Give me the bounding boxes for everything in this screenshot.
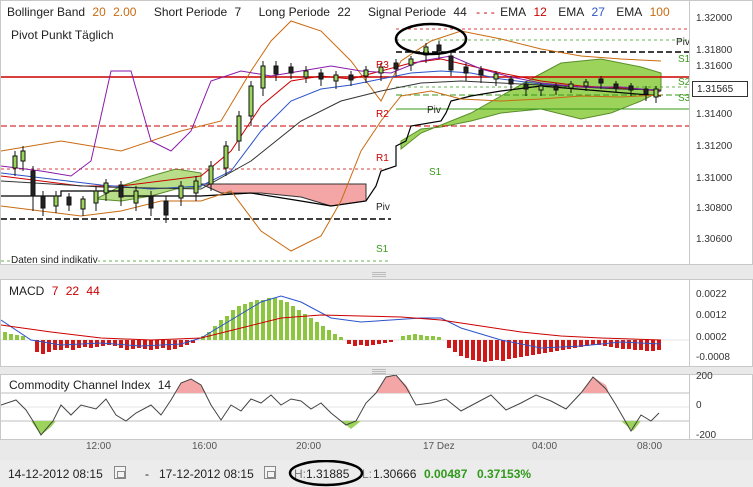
cci-legend: Commodity Channel Index 14: [9, 378, 171, 392]
cci-tick: -200: [696, 430, 717, 441]
pivot-label-s1-left: S1: [376, 244, 389, 255]
change-pct: 0.37153%: [477, 467, 532, 481]
macd-panel[interactable]: MACD 7 22 44: [0, 279, 690, 367]
end-calendar-icon[interactable]: [264, 466, 276, 479]
pivot-label-piv-left: Piv: [376, 202, 390, 213]
pivot-label-r3: R3: [376, 60, 389, 71]
legend-signal-value: 44: [453, 5, 467, 19]
legend-ema27-value: 27: [591, 5, 605, 19]
pivot-title: Pivot Punkt Täglich: [11, 28, 114, 42]
cci-axis[interactable]: 200 0 -200: [690, 371, 753, 441]
cci-oversold-fill: [31, 421, 641, 435]
legend-long-label: Long Periode: [258, 5, 330, 19]
macd-axis[interactable]: 0.0022 0.0012 0.0002 -0.0008: [690, 279, 753, 367]
cci-panel[interactable]: Commodity Channel Index 14: [0, 374, 690, 440]
time-axis: 12:00 16:00 20:00 17 Dez 04:00 08:00: [0, 440, 690, 458]
macd-histogram: [3, 298, 661, 362]
macd-legend: MACD 7 22 44: [9, 284, 100, 298]
ichimoku-cloud-green: [400, 58, 662, 151]
price-axis[interactable]: 1.32000 1.31800 1.31600 1.31400 1.31200 …: [690, 0, 753, 265]
legend-ema12-label: EMA: [500, 5, 527, 19]
panel-resize-grip[interactable]: [372, 272, 386, 277]
cci-overbought-fill: [176, 375, 609, 393]
macd-p3: 44: [86, 284, 100, 298]
macd-chart: [1, 295, 689, 362]
end-date: 17-12-2012 08:15: [159, 467, 254, 481]
cci-period: 14: [157, 378, 172, 392]
disclaimer-label: Daten sind indikativ: [11, 255, 98, 265]
macd-tick: 0.0022: [696, 289, 727, 300]
legend-short-value: 7: [234, 5, 242, 19]
price-tick: 1.31800: [696, 45, 733, 56]
legend-bollinger-dev: 2.00: [113, 5, 137, 19]
pivot-label-s3-right: S3: [678, 93, 690, 104]
start-date: 14-12-2012 08:15: [8, 467, 103, 481]
price-tick: 1.32000: [696, 13, 733, 24]
price-tick: 1.31200: [696, 141, 733, 152]
legend-short-label: Short Periode: [153, 5, 228, 19]
time-tick: 16:00: [192, 441, 218, 452]
macd-p2: 22: [65, 284, 80, 298]
price-panel[interactable]: Bollinger Band 20 2.00 Short Periode 7 L…: [0, 0, 690, 265]
legend-ema12-swatch: - - -: [476, 5, 495, 19]
price-tick: 1.30600: [696, 234, 733, 245]
time-tick: 20:00: [296, 441, 322, 452]
macd-tick: 0.0002: [696, 332, 727, 343]
price-tick: 1.31000: [696, 173, 733, 184]
pivot-label-piv-right: Piv: [676, 37, 690, 48]
highlight-ellipse-top: [394, 22, 468, 56]
macd-tick: 0.0012: [696, 310, 727, 321]
cci-tick: 200: [696, 371, 713, 382]
macd-title: MACD: [9, 284, 45, 298]
start-calendar-icon[interactable]: [114, 466, 126, 479]
pivot-label-s1-right: S1: [678, 54, 690, 65]
highlight-ellipse-footer: [288, 460, 364, 487]
macd-tick: -0.0008: [696, 352, 730, 363]
legend-bollinger-period: 20: [92, 5, 106, 19]
legend-ema12-value: 12: [533, 5, 547, 19]
chart-legend: Bollinger Band 20 2.00 Short Periode 7 L…: [7, 5, 674, 19]
current-price-tag: 1.31565: [692, 81, 748, 97]
pivot-label-r1: R1: [376, 153, 389, 164]
legend-ema27-label: EMA: [558, 5, 585, 19]
pivot-label-piv-mid: Piv: [427, 105, 441, 116]
pivot-label-s1-mid: S1: [429, 167, 442, 178]
legend-bollinger-label: Bollinger Band: [7, 5, 86, 19]
legend-ema100-value: 100: [649, 5, 670, 19]
cci-title: Commodity Channel Index: [9, 378, 151, 392]
legend-signal-label: Signal Periode: [368, 5, 447, 19]
date-separator: -: [145, 467, 149, 481]
cci-tick: 0: [696, 400, 702, 411]
time-tick: 08:00: [637, 441, 663, 452]
pivot-label-s2-right: S2: [678, 77, 690, 88]
price-tick: 1.31600: [696, 61, 733, 72]
time-tick: 04:00: [532, 441, 558, 452]
bollinger-lower: [1, 90, 662, 252]
price-tick: 1.30800: [696, 203, 733, 214]
pivot-label-r2: R2: [376, 109, 389, 120]
macd-p1: 7: [51, 284, 59, 298]
legend-long-value: 22: [337, 5, 351, 19]
legend-ema100-label: EMA: [616, 5, 643, 19]
footer-bar: 14-12-2012 08:15 - 17-12-2012 08:15 H: 1…: [0, 460, 753, 487]
price-tick: 1.31400: [696, 109, 733, 120]
time-tick: 12:00: [86, 441, 112, 452]
change-value: 0.00487: [424, 467, 468, 481]
low-value: 1.30666: [373, 467, 417, 481]
time-tick: 17 Dez: [423, 441, 455, 452]
